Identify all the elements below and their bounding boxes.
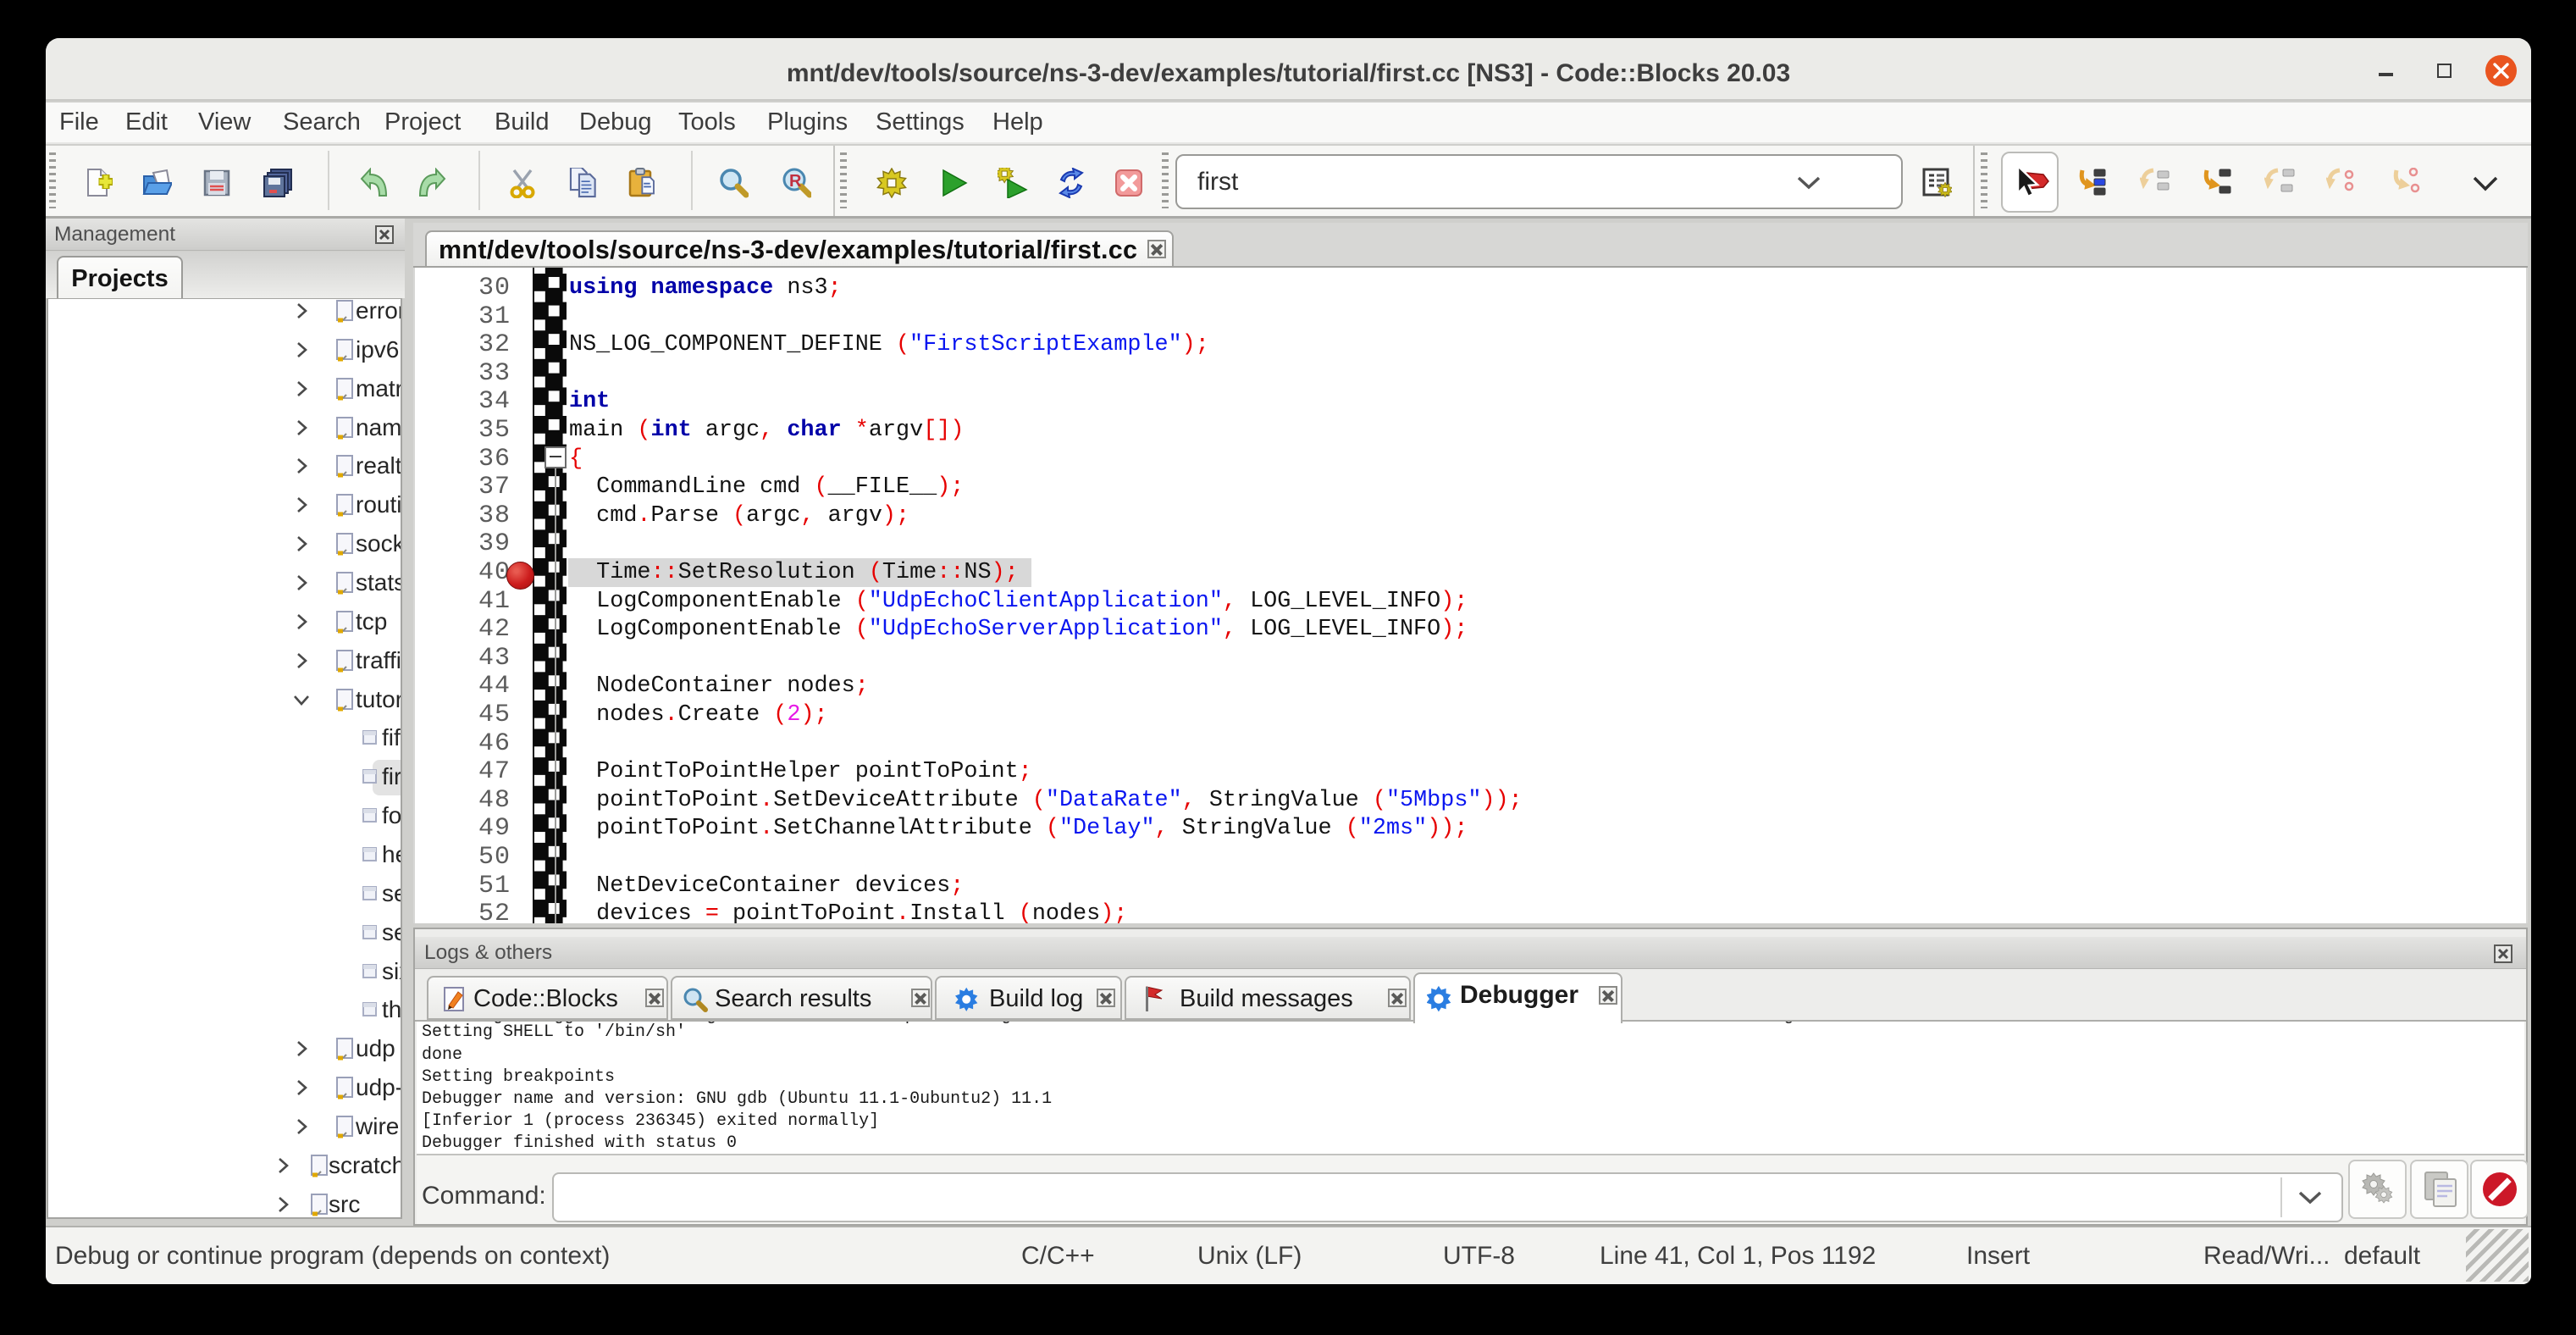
svg-text:R: R xyxy=(789,172,802,191)
